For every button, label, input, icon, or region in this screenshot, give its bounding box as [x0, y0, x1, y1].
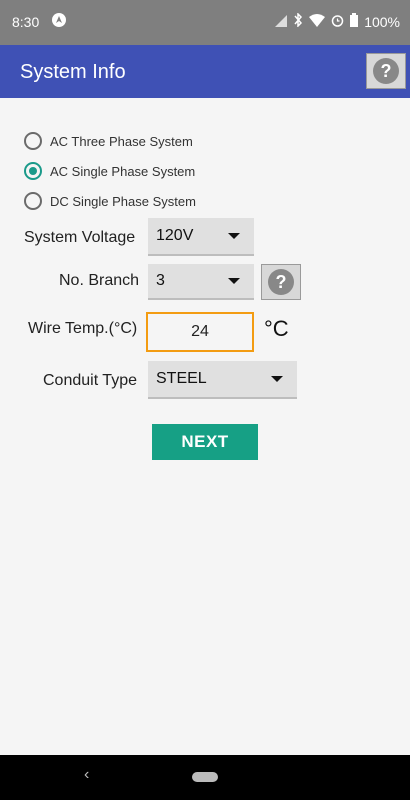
system-nav-bar: ‹ — [0, 755, 410, 800]
bluetooth-icon — [293, 12, 303, 30]
branch-dropdown[interactable]: 3 — [148, 264, 254, 300]
battery-icon — [350, 13, 359, 30]
status-bar: 8:30 100% — [0, 0, 410, 45]
temp-unit: °C — [264, 316, 289, 341]
radio-button[interactable] — [24, 132, 42, 150]
signal-icon — [275, 14, 288, 30]
conduit-label: Conduit Type — [43, 372, 137, 389]
help-button[interactable]: ? — [366, 53, 406, 89]
help-icon: ? — [373, 58, 399, 84]
branch-label: No. Branch — [59, 272, 140, 289]
navigation-icon — [52, 13, 66, 30]
back-icon[interactable]: ‹ — [84, 766, 89, 784]
home-pill-icon[interactable] — [192, 772, 218, 782]
conduit-dropdown[interactable]: STEEL — [148, 361, 297, 399]
radio-button-selected[interactable] — [24, 162, 42, 180]
wifi-icon — [309, 13, 326, 30]
radio-label: AC Single Phase System — [50, 163, 196, 179]
app-bar: System Info ? — [0, 45, 410, 98]
chevron-down-icon — [228, 278, 240, 284]
wire-temp-input[interactable] — [146, 312, 254, 352]
status-icons: 100% — [275, 12, 400, 30]
radio-label: DC Single Phase System — [50, 193, 196, 209]
branch-value: 3 — [156, 272, 165, 289]
voltage-label: System Voltage — [24, 229, 136, 246]
radio-ac-three-phase[interactable]: AC Three Phase System — [24, 132, 193, 150]
conduit-value: STEEL — [156, 370, 207, 387]
status-time: 8:30 — [12, 14, 40, 30]
page-title: System Info — [20, 61, 126, 83]
radio-dc-single-phase[interactable]: DC Single Phase System — [24, 192, 196, 210]
wire-temp-label: Wire Temp.(°C) — [28, 320, 138, 337]
radio-ac-single-phase[interactable]: AC Single Phase System — [24, 162, 195, 180]
battery-percent: 100% — [364, 13, 400, 30]
chevron-down-icon — [228, 233, 240, 239]
voltage-value: 120V — [156, 227, 194, 244]
radio-button[interactable] — [24, 192, 42, 210]
voltage-dropdown[interactable]: 120V — [148, 218, 254, 256]
radio-label: AC Three Phase System — [50, 133, 193, 149]
alarm-icon — [331, 14, 344, 30]
help-icon: ? — [268, 269, 294, 295]
branch-help-button[interactable]: ? — [261, 264, 301, 300]
chevron-down-icon — [271, 376, 283, 382]
next-button[interactable]: NEXT — [152, 424, 258, 460]
